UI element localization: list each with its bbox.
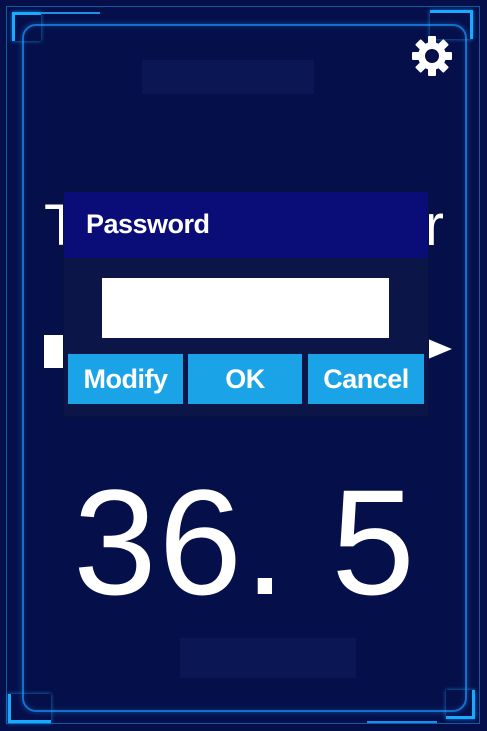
dialog-title-bar: Password [64, 192, 428, 258]
frame-accent-line-top [40, 12, 100, 14]
frame-corner-top-left [12, 12, 41, 41]
bottom-display-slot [180, 638, 356, 678]
frame-accent-line-bottom [367, 721, 437, 723]
frame-corner-bottom-left [8, 694, 51, 723]
cancel-button[interactable]: Cancel [308, 354, 424, 404]
frame-corner-bottom-right [446, 690, 475, 719]
top-display-slot [142, 60, 314, 94]
password-input[interactable] [102, 278, 389, 338]
modify-button[interactable]: Modify [68, 354, 183, 404]
dialog-title: Password [86, 209, 210, 239]
temperature-readout: 36. 5 [73, 458, 417, 626]
slider-left-handle [44, 335, 64, 368]
app-screen: T r 36. 5 Password Modify OK Cancel [0, 0, 487, 731]
gear-icon[interactable] [410, 34, 454, 78]
slider-right-arrow-icon [428, 339, 452, 359]
password-dialog: Password Modify OK Cancel [64, 192, 428, 416]
ok-button[interactable]: OK [188, 354, 302, 404]
